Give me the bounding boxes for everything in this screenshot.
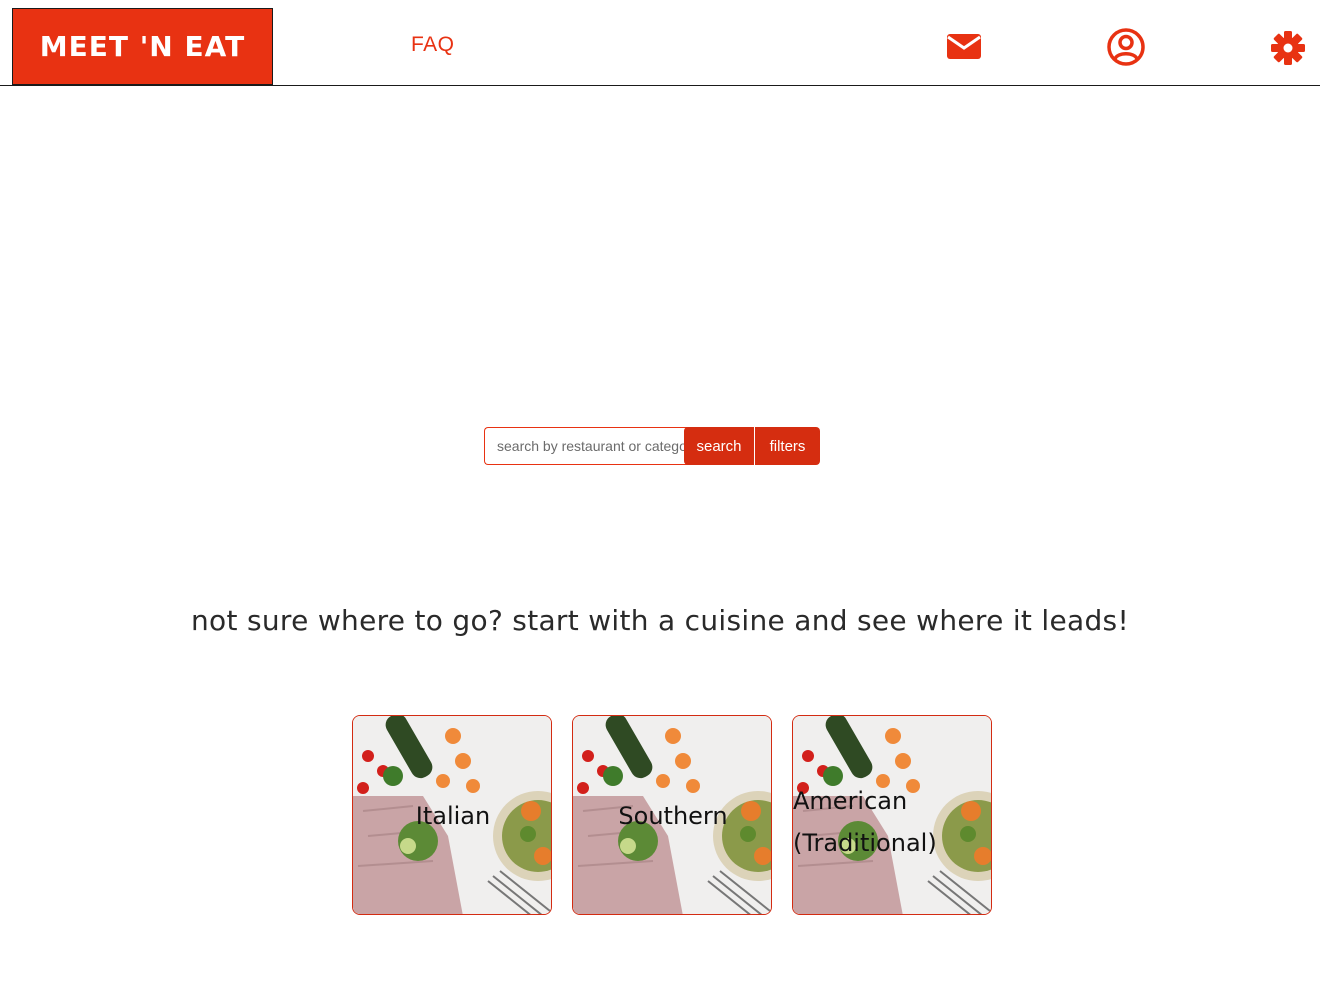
search-input[interactable] xyxy=(484,427,690,465)
site-logo[interactable]: MEET 'N EAT xyxy=(12,8,273,85)
top-navbar: MEET 'N EAT FAQ xyxy=(0,0,1320,86)
search-bar: search filters xyxy=(484,427,820,465)
cuisine-card-italian[interactable]: Italian xyxy=(352,715,552,915)
user-circle-icon[interactable] xyxy=(1106,27,1146,67)
search-button[interactable]: search xyxy=(684,427,754,465)
cuisine-card-american-traditional[interactable]: American (Traditional) xyxy=(792,715,992,915)
cuisine-label: Southern xyxy=(618,802,728,830)
envelope-icon[interactable] xyxy=(946,31,982,61)
filters-button[interactable]: filters xyxy=(755,427,820,465)
nav-link-faq[interactable]: FAQ xyxy=(411,33,455,57)
cuisine-label: American (Traditional) xyxy=(793,787,937,857)
cuisine-card-southern[interactable]: Southern xyxy=(572,715,772,915)
cuisine-prompt: not sure where to go? start with a cuisi… xyxy=(191,604,1129,637)
gear-icon[interactable] xyxy=(1269,29,1307,67)
cuisine-label: Italian xyxy=(415,802,491,830)
